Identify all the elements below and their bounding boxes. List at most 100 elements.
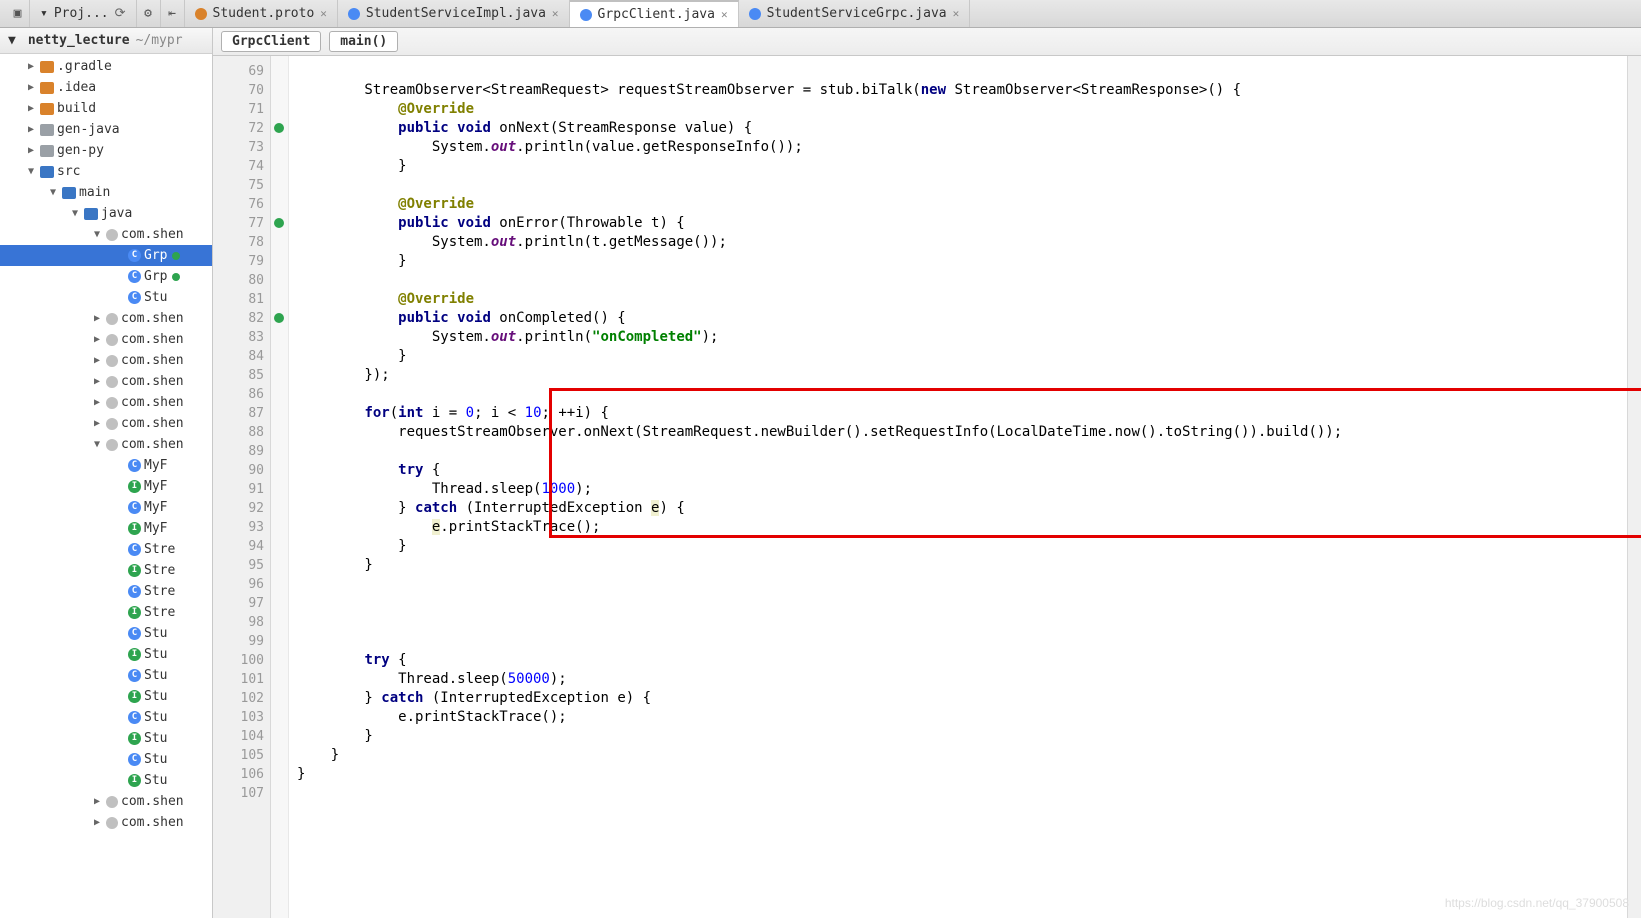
line-number[interactable]: 105 <box>213 746 270 765</box>
line-number[interactable]: 87 <box>213 404 270 423</box>
line-number[interactable]: 91 <box>213 480 270 499</box>
file-tab[interactable]: Student.proto✕ <box>185 0 338 27</box>
close-icon[interactable]: ✕ <box>320 7 327 20</box>
override-gutter-icon[interactable] <box>274 313 284 323</box>
project-tool-button[interactable]: ▣ <box>6 0 30 27</box>
expand-arrow-icon[interactable]: ▶ <box>25 145 37 156</box>
line-number[interactable]: 77 <box>213 214 270 233</box>
line-number[interactable]: 99 <box>213 632 270 651</box>
tree-row[interactable]: ▶.gradle <box>0 56 212 77</box>
tree-row[interactable]: CStu <box>0 623 212 644</box>
tree-row[interactable]: CGrp <box>0 266 212 287</box>
line-number[interactable]: 71 <box>213 100 270 119</box>
expand-arrow-icon[interactable]: ▶ <box>25 124 37 135</box>
line-number[interactable]: 96 <box>213 575 270 594</box>
line-number[interactable]: 75 <box>213 176 270 195</box>
line-number[interactable]: 100 <box>213 651 270 670</box>
close-icon[interactable]: ✕ <box>721 8 728 21</box>
tree-row[interactable]: ▶com.shen <box>0 371 212 392</box>
line-number[interactable]: 85 <box>213 366 270 385</box>
tree-row[interactable]: ▼com.shen <box>0 224 212 245</box>
expand-arrow-icon[interactable]: ▼ <box>69 208 81 219</box>
line-number[interactable]: 102 <box>213 689 270 708</box>
line-number[interactable]: 79 <box>213 252 270 271</box>
line-number[interactable]: 76 <box>213 195 270 214</box>
expand-arrow-icon[interactable]: ▼ <box>91 229 103 240</box>
line-number[interactable]: 92 <box>213 499 270 518</box>
tree-row[interactable]: IStu <box>0 686 212 707</box>
tree-row[interactable]: ▼com.shen <box>0 434 212 455</box>
expand-arrow-icon[interactable]: ▶ <box>91 397 103 408</box>
expand-arrow-icon[interactable]: ▼ <box>25 166 37 177</box>
project-tree[interactable]: ▶.gradle▶.idea▶build▶gen-java▶gen-py▼src… <box>0 54 212 835</box>
expand-arrow-icon[interactable]: ▶ <box>91 313 103 324</box>
line-number[interactable]: 81 <box>213 290 270 309</box>
close-icon[interactable]: ✕ <box>953 7 960 20</box>
line-number[interactable]: 104 <box>213 727 270 746</box>
line-number[interactable]: 69 <box>213 62 270 81</box>
line-number[interactable]: 98 <box>213 613 270 632</box>
vertical-scrollbar[interactable] <box>1627 56 1641 918</box>
tree-row[interactable]: ▶com.shen <box>0 350 212 371</box>
tree-row[interactable]: ▼src <box>0 161 212 182</box>
line-number[interactable]: 90 <box>213 461 270 480</box>
tree-row[interactable]: CStu <box>0 749 212 770</box>
expand-arrow-icon[interactable]: ▶ <box>91 334 103 345</box>
line-number[interactable]: 84 <box>213 347 270 366</box>
line-number[interactable]: 107 <box>213 784 270 803</box>
line-number[interactable]: 93 <box>213 518 270 537</box>
tree-row[interactable]: IMyF <box>0 518 212 539</box>
collapse-icon[interactable]: ⇤ <box>161 0 185 27</box>
refresh-icon[interactable]: ⟳ <box>115 6 126 21</box>
tree-row[interactable]: CMyF <box>0 455 212 476</box>
tree-row[interactable]: CGrp <box>0 245 212 266</box>
code-content[interactable]: StreamObserver<StreamRequest> requestStr… <box>289 56 1627 918</box>
tree-row[interactable]: ▶build <box>0 98 212 119</box>
tree-row[interactable]: CStu <box>0 665 212 686</box>
tree-row[interactable]: IStu <box>0 728 212 749</box>
expand-arrow-icon[interactable]: ▶ <box>91 418 103 429</box>
tree-row[interactable]: IMyF <box>0 476 212 497</box>
tree-row[interactable]: ▶com.shen <box>0 392 212 413</box>
file-tab[interactable]: GrpcClient.java✕ <box>570 0 739 27</box>
file-tab[interactable]: StudentServiceGrpc.java✕ <box>739 0 971 27</box>
tree-row[interactable]: CStre <box>0 581 212 602</box>
tree-row[interactable]: CStu <box>0 287 212 308</box>
tree-row[interactable]: ▶gen-py <box>0 140 212 161</box>
tree-row[interactable]: IStre <box>0 560 212 581</box>
expand-arrow-icon[interactable]: ▶ <box>25 103 37 114</box>
line-number[interactable]: 94 <box>213 537 270 556</box>
expand-arrow-icon[interactable]: ▼ <box>91 439 103 450</box>
expand-arrow-icon[interactable]: ▶ <box>91 796 103 807</box>
file-tab[interactable]: StudentServiceImpl.java✕ <box>338 0 570 27</box>
tree-row[interactable]: ▶com.shen <box>0 812 212 833</box>
tree-row[interactable]: ▼main <box>0 182 212 203</box>
line-number[interactable]: 74 <box>213 157 270 176</box>
line-number[interactable]: 70 <box>213 81 270 100</box>
line-number[interactable]: 95 <box>213 556 270 575</box>
tree-row[interactable]: IStu <box>0 770 212 791</box>
override-gutter-icon[interactable] <box>274 218 284 228</box>
line-number[interactable]: 80 <box>213 271 270 290</box>
line-number[interactable]: 101 <box>213 670 270 689</box>
line-number[interactable]: 72 <box>213 119 270 138</box>
expand-arrow-icon[interactable]: ▼ <box>47 187 59 198</box>
expand-arrow-icon[interactable]: ▶ <box>91 817 103 828</box>
expand-arrow-icon[interactable]: ▶ <box>91 376 103 387</box>
expand-arrow-icon[interactable]: ▶ <box>91 355 103 366</box>
close-icon[interactable]: ✕ <box>552 7 559 20</box>
tree-row[interactable]: ▶com.shen <box>0 329 212 350</box>
line-number[interactable]: 78 <box>213 233 270 252</box>
tree-row[interactable]: CStre <box>0 539 212 560</box>
project-label-tab[interactable]: ▾ Proj... ⟳ <box>30 0 137 27</box>
line-number[interactable]: 73 <box>213 138 270 157</box>
line-number[interactable]: 82 <box>213 309 270 328</box>
breadcrumb-method[interactable]: main() <box>329 31 398 52</box>
line-number[interactable]: 88 <box>213 423 270 442</box>
breadcrumb-class[interactable]: GrpcClient <box>221 31 321 52</box>
tree-row[interactable]: IStu <box>0 644 212 665</box>
tree-row[interactable]: ▶com.shen <box>0 413 212 434</box>
tree-row[interactable]: ▶com.shen <box>0 791 212 812</box>
line-gutter[interactable]: 6970717273747576777879808182838485868788… <box>213 56 271 918</box>
tree-row[interactable]: CMyF <box>0 497 212 518</box>
